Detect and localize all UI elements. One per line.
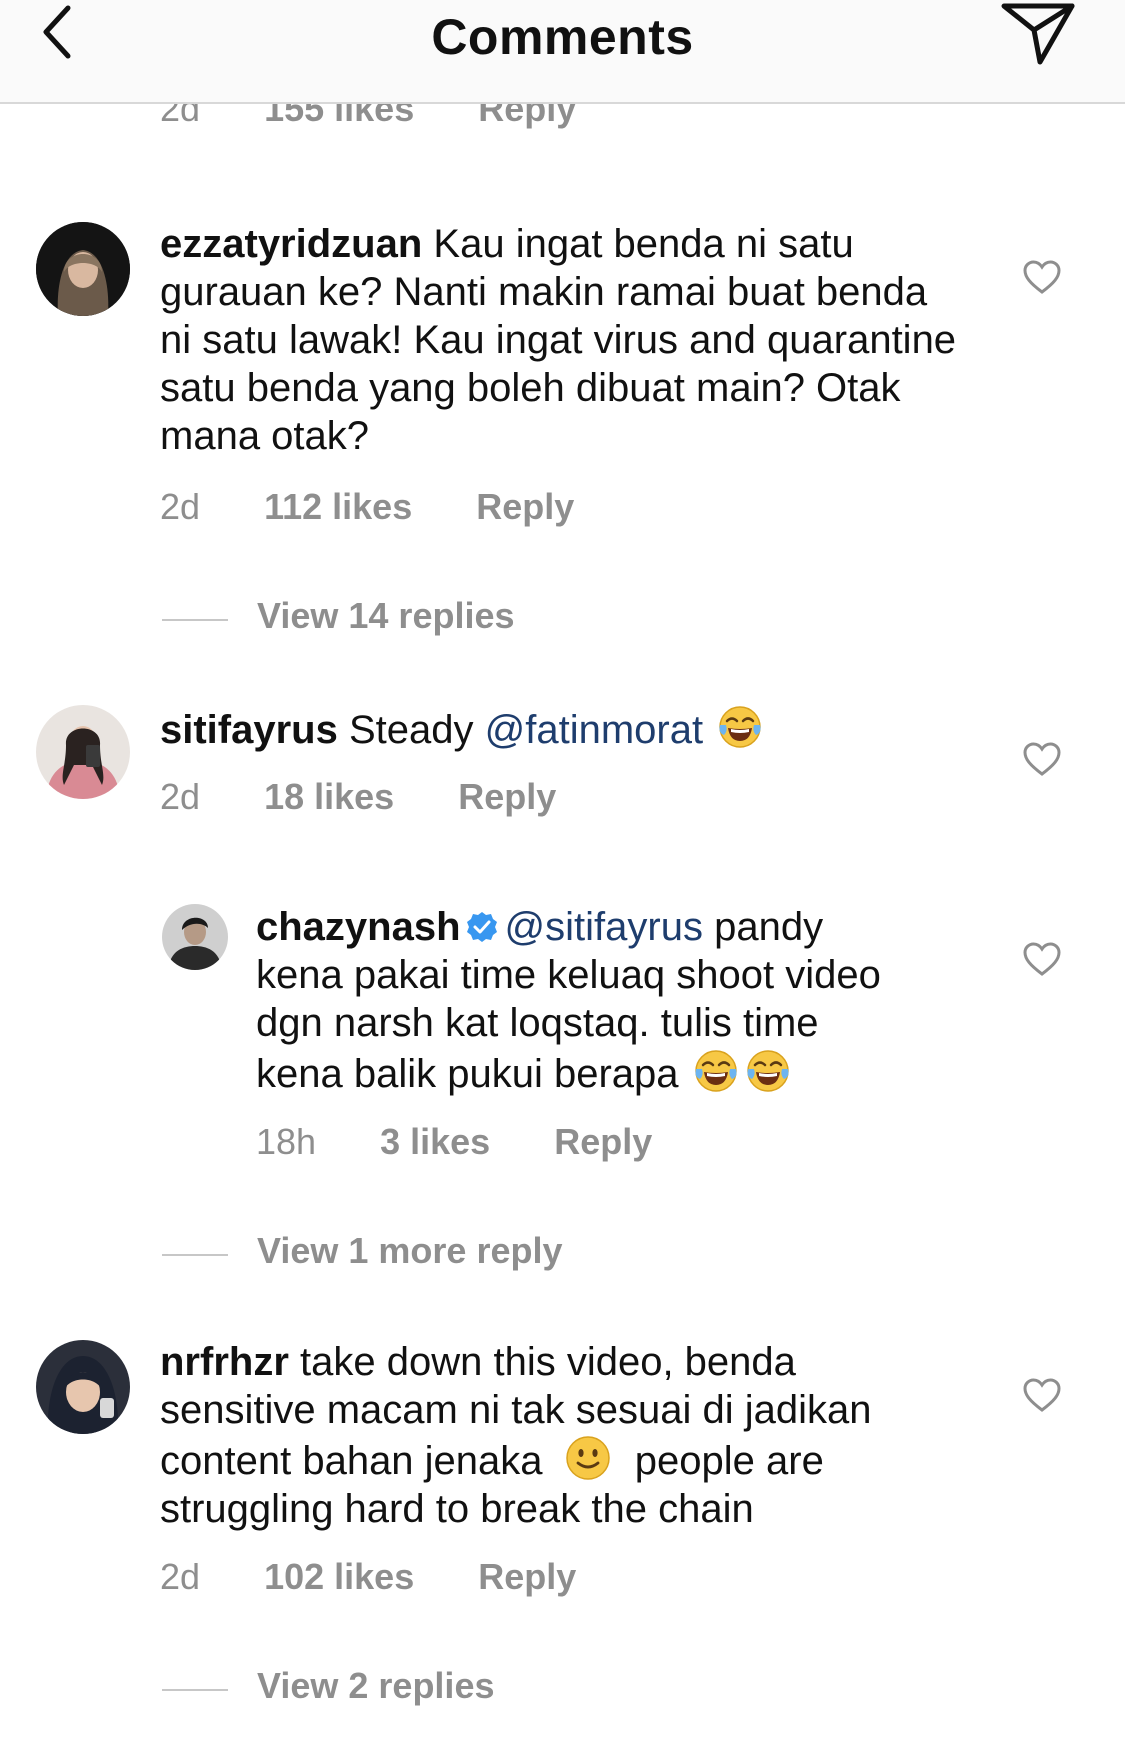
comment-likes[interactable]: 18 likes xyxy=(264,776,394,818)
comment-time: 2d xyxy=(160,1556,201,1597)
reply-body: chazynash @sitifayrus pandy kena pakai t… xyxy=(256,903,976,1098)
view-replies-label: View 14 replies xyxy=(257,595,515,636)
comment-time: 2d xyxy=(160,776,201,817)
comment-meta: 2d 112 likes Reply xyxy=(160,486,574,528)
comment-username[interactable]: chazynash xyxy=(256,905,461,949)
comment-text: kena pakai time keluaq shoot video xyxy=(256,953,881,997)
comment-body: sitifayrus Steady @fatinmorat xyxy=(160,703,960,754)
comment-text: sensitive macam ni tak sesuai di jadikan xyxy=(160,1388,872,1432)
comment-username[interactable]: ezzatyridzuan xyxy=(160,222,422,266)
slightly-smiling-emoji xyxy=(565,1436,610,1480)
comment-meta: 2d 18 likes Reply xyxy=(160,776,556,818)
comment-likes[interactable]: 102 likes xyxy=(264,1556,414,1598)
comment-likes[interactable]: 112 likes xyxy=(264,486,412,528)
tears-of-joy-emoji xyxy=(719,706,761,748)
tears-of-joy-emoji xyxy=(694,1050,737,1092)
avatar-photo xyxy=(36,1340,130,1434)
avatar-photo xyxy=(36,222,130,316)
comment-text: dgn narsh kat loqstaq. tulis time xyxy=(256,1001,819,1045)
mention-link[interactable]: @sitifayrus xyxy=(505,905,703,949)
comments-header: Comments xyxy=(0,0,1125,104)
comment-body: nrfrhzr take down this video, benda sens… xyxy=(160,1338,980,1533)
avatar-photo xyxy=(36,705,130,799)
view-replies-button[interactable]: View 2 replies xyxy=(162,1665,495,1707)
comment-text: kena balik pukui berapa xyxy=(256,1052,679,1096)
view-replies-button[interactable]: View 14 replies xyxy=(162,595,515,637)
comment-time: 2d xyxy=(160,486,201,527)
comment-text: Steady xyxy=(348,708,474,752)
comment-text: pandy xyxy=(714,905,824,949)
avatar-photo xyxy=(162,904,228,970)
verified-badge-icon xyxy=(466,912,497,942)
comment-meta: 18h 3 likes Reply xyxy=(256,1121,652,1163)
view-replies-label: View 1 more reply xyxy=(257,1230,563,1271)
comment-text: content bahan jenaka xyxy=(160,1439,543,1483)
view-more-replies-button[interactable]: View 1 more reply xyxy=(162,1230,563,1272)
comment-time: 18h xyxy=(256,1121,317,1162)
paper-plane-icon[interactable] xyxy=(1000,0,1076,68)
comment-meta: 2d 102 likes Reply xyxy=(160,1556,576,1598)
tears-of-joy-emoji xyxy=(746,1050,789,1092)
divider-line xyxy=(162,619,228,621)
heart-outline-icon[interactable] xyxy=(1022,258,1062,298)
page-title: Comments xyxy=(431,9,694,65)
heart-outline-icon[interactable] xyxy=(1022,740,1062,780)
avatar[interactable] xyxy=(36,1340,130,1434)
mention-link[interactable]: @fatinmorat xyxy=(485,708,703,752)
comment-text: struggling hard to break the chain xyxy=(160,1487,754,1531)
comment-text: take down this video, benda xyxy=(300,1340,796,1384)
view-replies-label: View 2 replies xyxy=(257,1665,495,1706)
avatar[interactable] xyxy=(36,222,130,316)
avatar[interactable] xyxy=(36,705,130,799)
reply-button[interactable]: Reply xyxy=(476,486,574,528)
comment-username[interactable]: nrfrhzr xyxy=(160,1340,289,1384)
comment-likes[interactable]: 3 likes xyxy=(380,1121,490,1163)
comment-body: ezzatyridzuan Kau ingat benda ni satu gu… xyxy=(160,220,960,460)
comment-username[interactable]: sitifayrus xyxy=(160,708,338,752)
divider-line xyxy=(162,1689,228,1691)
avatar[interactable] xyxy=(162,904,228,970)
reply-button[interactable]: Reply xyxy=(458,776,556,818)
reply-button[interactable]: Reply xyxy=(478,1556,576,1598)
divider-line xyxy=(162,1254,228,1256)
heart-outline-icon[interactable] xyxy=(1022,1376,1062,1416)
reply-button[interactable]: Reply xyxy=(554,1121,652,1163)
heart-outline-icon[interactable] xyxy=(1022,940,1062,980)
comment-text: people are xyxy=(634,1439,824,1483)
